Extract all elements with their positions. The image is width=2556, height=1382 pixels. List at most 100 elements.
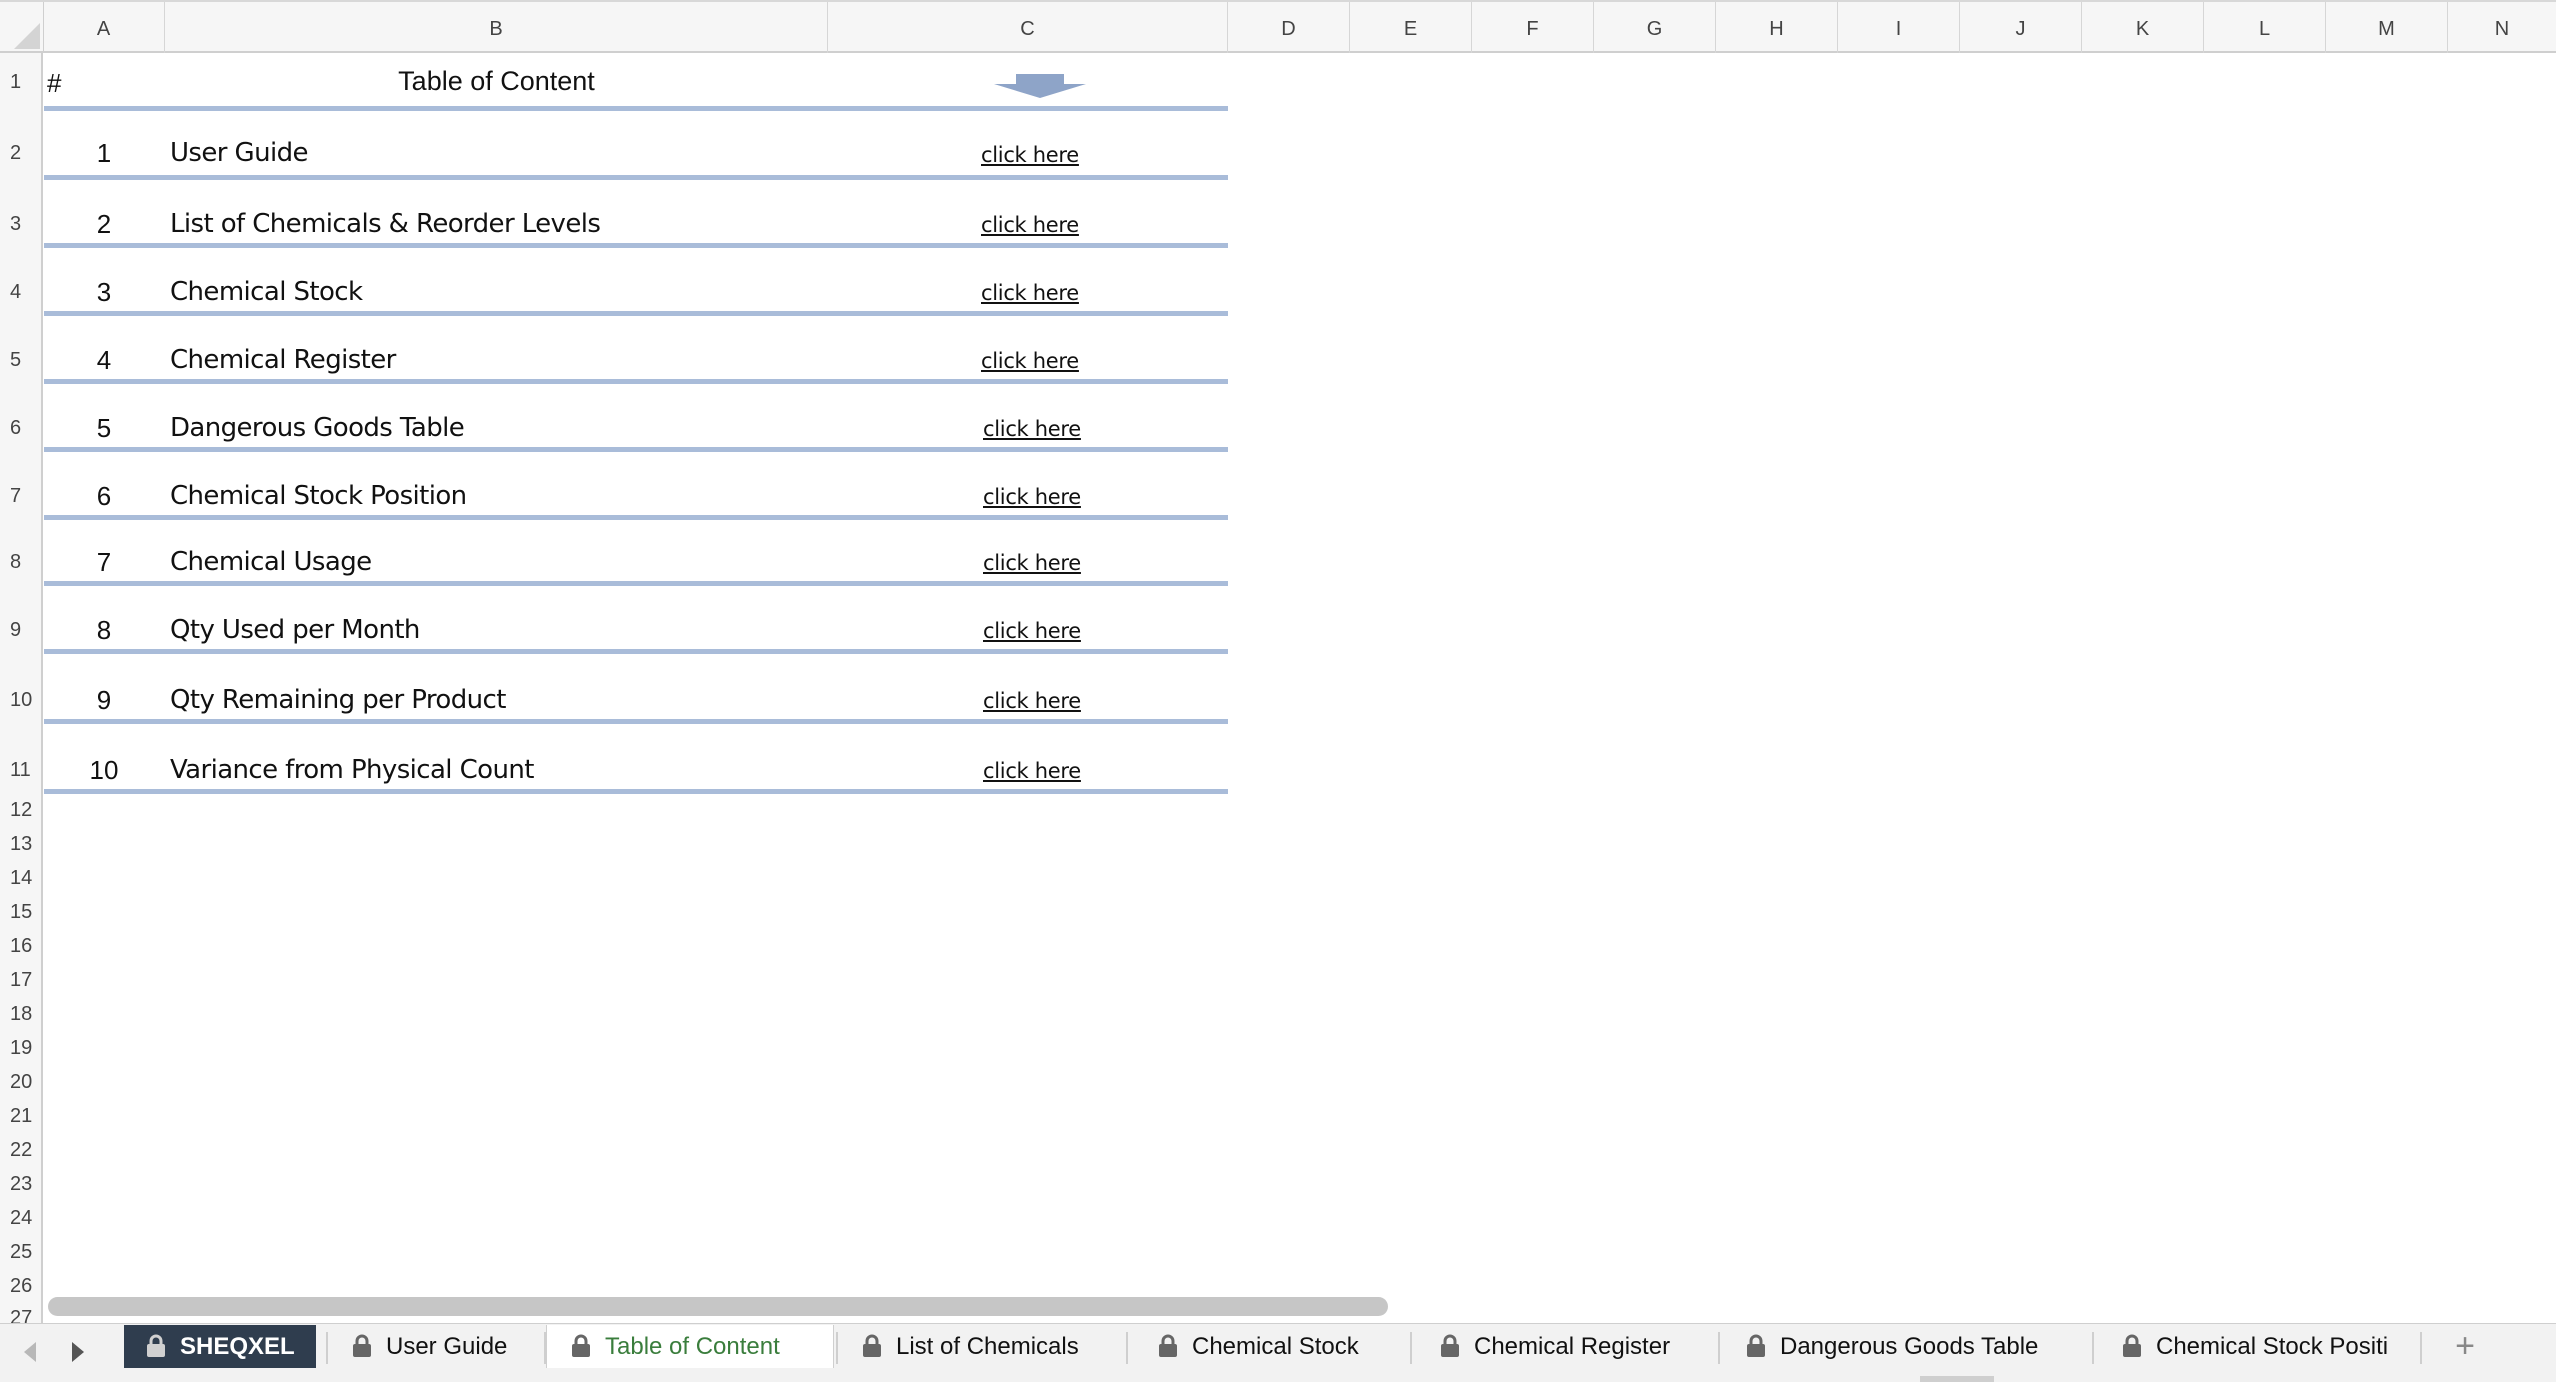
tab-separator: [1410, 1332, 1412, 1364]
row-underline: [44, 311, 1228, 316]
toc-item-name: Qty Remaining per Product: [170, 685, 506, 715]
toc-item-link[interactable]: click here: [981, 143, 1079, 167]
down-arrow-icon: [994, 74, 1086, 98]
tab-separator: [2092, 1332, 2094, 1364]
toc-title: Table of Content: [398, 66, 595, 96]
toc-item-number: 4: [96, 345, 112, 375]
row-underline: [44, 649, 1228, 654]
row-header[interactable]: 5: [0, 349, 41, 372]
column-header-e[interactable]: E: [1350, 2, 1472, 53]
row-underline: [44, 175, 1228, 180]
column-header-g[interactable]: G: [1594, 2, 1716, 53]
toc-item-number: 10: [89, 755, 119, 785]
horizontal-scrollbar[interactable]: [48, 1297, 1388, 1316]
tab-chemical-register[interactable]: Chemical Register: [1440, 1325, 1710, 1368]
toc-item-name: User Guide: [170, 138, 308, 168]
toc-item-link[interactable]: click here: [983, 485, 1081, 509]
column-header-j[interactable]: J: [1960, 2, 2082, 53]
row-header[interactable]: 13: [0, 833, 41, 856]
tab-label: SHEQXEL: [180, 1333, 295, 1360]
tab-label: Dangerous Goods Table: [1780, 1333, 2039, 1360]
row-header[interactable]: 1: [0, 71, 41, 94]
column-header-a[interactable]: A: [43, 2, 165, 53]
toc-item-number: 8: [96, 615, 112, 645]
column-header-h[interactable]: H: [1716, 2, 1838, 53]
row-underline: [44, 243, 1228, 248]
column-header-c[interactable]: C: [828, 2, 1228, 53]
tab-table-of-content[interactable]: Table of Content: [546, 1325, 834, 1368]
tab-user-guide[interactable]: User Guide: [352, 1325, 542, 1368]
tab-label: Chemical Register: [1474, 1333, 1671, 1360]
row-header[interactable]: 21: [0, 1105, 41, 1128]
toc-item-name: Variance from Physical Count: [170, 755, 534, 785]
row-underline: [44, 515, 1228, 520]
toc-item-link[interactable]: click here: [981, 213, 1079, 237]
toc-item-number: 2: [96, 209, 112, 239]
toc-item-link[interactable]: click here: [983, 759, 1081, 783]
toc-item-link[interactable]: click here: [981, 281, 1079, 305]
tab-sheqxel[interactable]: SHEQXEL: [124, 1325, 316, 1368]
row-header[interactable]: 17: [0, 969, 41, 992]
add-sheet-button[interactable]: +: [2440, 1325, 2490, 1368]
tab-list-of-chemicals[interactable]: List of Chemicals: [862, 1325, 1122, 1368]
toc-item-name: Qty Used per Month: [170, 615, 420, 645]
column-header-k[interactable]: K: [2082, 2, 2204, 53]
row-header[interactable]: 15: [0, 901, 41, 924]
tab-label: Chemical Stock Positi: [2156, 1333, 2389, 1360]
row-header[interactable]: 7: [0, 485, 41, 508]
toc-item-link[interactable]: click here: [983, 417, 1081, 441]
row-header[interactable]: 22: [0, 1139, 41, 1162]
lock-icon: [1747, 1334, 1765, 1357]
tab-scroll-indicator: [1920, 1376, 1994, 1382]
column-header-m[interactable]: M: [2326, 2, 2448, 53]
row-header[interactable]: 25: [0, 1241, 41, 1264]
row-header[interactable]: 6: [0, 417, 41, 440]
toc-item-link[interactable]: click here: [983, 689, 1081, 713]
row-header-bar: 1 2 3 4 5 6 7 8 9 10 11 12 13 14 15 16 1…: [0, 53, 43, 1329]
column-header-i[interactable]: I: [1838, 2, 1960, 53]
toc-item-number: 5: [96, 413, 112, 443]
row-header[interactable]: 16: [0, 935, 41, 958]
row-header[interactable]: 14: [0, 867, 41, 890]
tab-dangerous-goods-table[interactable]: Dangerous Goods Table: [1746, 1325, 2086, 1368]
row-header[interactable]: 24: [0, 1207, 41, 1230]
lock-icon: [1441, 1334, 1459, 1357]
row-header[interactable]: 12: [0, 799, 41, 822]
lock-icon: [572, 1334, 590, 1357]
toc-item-name: List of Chemicals & Reorder Levels: [170, 209, 601, 239]
row-header[interactable]: 20: [0, 1071, 41, 1094]
row-header[interactable]: 11: [0, 759, 41, 782]
scroll-tabs-right-icon[interactable]: [72, 1342, 84, 1362]
row-header[interactable]: 8: [0, 551, 41, 574]
row-header[interactable]: 18: [0, 1003, 41, 1026]
tab-label: User Guide: [386, 1333, 508, 1360]
column-header-b[interactable]: B: [165, 2, 828, 53]
row-header[interactable]: 9: [0, 619, 41, 642]
lock-icon: [863, 1334, 881, 1357]
column-header-l[interactable]: L: [2204, 2, 2326, 53]
title-underline: [44, 106, 1228, 111]
toc-item-link[interactable]: click here: [981, 349, 1079, 373]
tab-label: Chemical Stock: [1192, 1333, 1359, 1360]
scroll-tabs-left-icon[interactable]: [24, 1342, 36, 1362]
toc-item-link[interactable]: click here: [983, 551, 1081, 575]
toc-item-name: Dangerous Goods Table: [170, 413, 465, 443]
toc-item-number: 1: [96, 138, 112, 168]
tab-chemical-stock[interactable]: Chemical Stock: [1158, 1325, 1408, 1368]
column-header-d[interactable]: D: [1228, 2, 1350, 53]
row-header[interactable]: 10: [0, 689, 41, 712]
lock-icon: [147, 1334, 165, 1357]
select-all-corner[interactable]: [0, 2, 44, 53]
row-header[interactable]: 2: [0, 142, 41, 165]
column-header-f[interactable]: F: [1472, 2, 1594, 53]
row-underline: [44, 379, 1228, 384]
row-header[interactable]: 4: [0, 281, 41, 304]
toc-item-link[interactable]: click here: [983, 619, 1081, 643]
row-header[interactable]: 3: [0, 213, 41, 236]
column-header-n[interactable]: N: [2448, 2, 2556, 53]
row-header[interactable]: 23: [0, 1173, 41, 1196]
tab-separator: [2420, 1332, 2422, 1364]
row-header[interactable]: 19: [0, 1037, 41, 1060]
tab-chemical-stock-position[interactable]: Chemical Stock Positi: [2122, 1325, 2418, 1368]
row-header[interactable]: 26: [0, 1275, 41, 1298]
